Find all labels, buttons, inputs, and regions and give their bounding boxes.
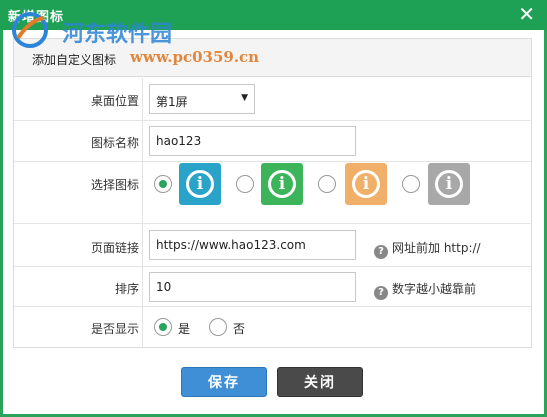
choose-icon-label: 选择图标	[90, 178, 139, 192]
sort-hint-text: 数字越小越靠前	[392, 282, 477, 296]
sort-hint: ? 数字越小越靠前	[374, 280, 476, 300]
info-icon: i	[186, 170, 214, 198]
icon-name-input[interactable]: hao123	[149, 126, 356, 156]
close-button[interactable]: 关闭	[277, 367, 363, 397]
info-icon: i	[352, 170, 380, 198]
panel-heading-text: 添加自定义图标	[32, 53, 117, 67]
row-icon-name: 图标名称 hao123	[14, 121, 531, 162]
page-link-input[interactable]: https://www.hao123.com	[149, 230, 356, 260]
visible-label: 是否显示	[90, 322, 139, 336]
page-link-hint: ? 网址前加 http://	[374, 239, 481, 259]
row-choose-icon: 选择图标 i i i i	[14, 162, 531, 224]
icon-name-label: 图标名称	[90, 136, 139, 150]
dialog-title: 新增图标	[8, 10, 65, 25]
icon-option-3-tile[interactable]: i	[345, 163, 387, 205]
info-icon: i	[435, 170, 463, 198]
row-visible: 是否显示 是 否	[14, 307, 531, 347]
icon-option-4-tile[interactable]: i	[428, 163, 470, 205]
panel-heading: 添加自定义图标	[14, 39, 531, 77]
icon-option-2-radio[interactable]	[236, 175, 254, 193]
close-icon[interactable]: ✕	[518, 4, 535, 24]
icon-option-4-radio[interactable]	[402, 175, 420, 193]
dialog-content: 添加自定义图标 桌面位置 第1屏 ▼ 图标名称 hao123 选择图标 i i …	[3, 30, 544, 414]
visible-yes-radio[interactable]	[154, 318, 172, 336]
page-link-label: 页面链接	[90, 241, 139, 255]
visible-yes-label[interactable]: 是	[178, 320, 190, 337]
icon-option-2-tile[interactable]: i	[261, 163, 303, 205]
question-icon: ?	[374, 245, 388, 259]
sort-label: 排序	[114, 282, 139, 296]
row-sort: 排序 10 ? 数字越小越靠前	[14, 267, 531, 307]
visible-no-label[interactable]: 否	[233, 320, 245, 337]
new-icon-dialog: 新增图标 ✕ 添加自定义图标 桌面位置 第1屏 ▼ 图标名称 hao123 选择…	[0, 0, 547, 417]
desktop-position-value: 第1屏	[156, 95, 188, 109]
question-icon: ?	[374, 286, 388, 300]
chevron-down-icon: ▼	[241, 93, 248, 103]
visible-no-radio[interactable]	[209, 318, 227, 336]
dialog-titlebar: 新增图标 ✕	[0, 0, 547, 30]
save-button[interactable]: 保存	[181, 367, 267, 397]
sort-input[interactable]: 10	[149, 272, 356, 302]
info-icon: i	[268, 170, 296, 198]
form-panel: 添加自定义图标 桌面位置 第1屏 ▼ 图标名称 hao123 选择图标 i i …	[13, 38, 532, 348]
page-link-hint-text: 网址前加 http://	[392, 241, 481, 255]
icon-option-1-radio[interactable]	[154, 175, 172, 193]
desktop-position-select[interactable]: 第1屏 ▼	[149, 84, 255, 114]
row-page-link: 页面链接 https://www.hao123.com ? 网址前加 http:/…	[14, 224, 531, 267]
row-desktop-position: 桌面位置 第1屏 ▼	[14, 78, 531, 121]
icon-option-1-tile[interactable]: i	[179, 163, 221, 205]
icon-option-3-radio[interactable]	[318, 175, 336, 193]
desktop-position-label: 桌面位置	[90, 94, 139, 108]
